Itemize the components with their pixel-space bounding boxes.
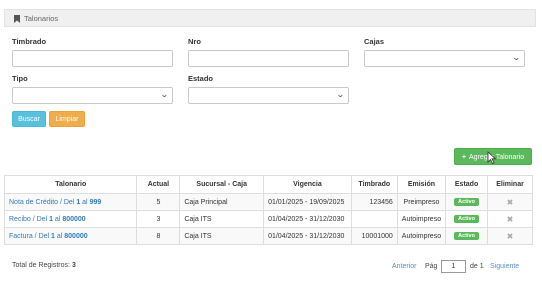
eliminar-cell: ✖ — [487, 193, 533, 211]
limpiar-button[interactable]: Limpiar — [49, 111, 85, 127]
buscar-button[interactable]: Buscar — [12, 111, 46, 127]
column-header[interactable]: Actual — [136, 175, 181, 194]
talonario-cell: Nota de Crédito / Del 1 al 999 — [3, 193, 138, 211]
talonarios-table: Talonario Actual Sucursal - Caja Vigenci… — [3, 175, 533, 245]
cajas-label: Cajas — [364, 37, 385, 46]
column-header[interactable]: Timbrado — [350, 175, 398, 194]
chevron-down-icon: ⌄ — [336, 90, 346, 99]
column-header[interactable]: Eliminar — [487, 175, 533, 194]
talonario-text: Factura / Del — [9, 232, 52, 240]
status-badge: Activo — [454, 198, 479, 206]
actual-cell: 3 — [136, 210, 181, 228]
column-header[interactable]: Sucursal - Caja — [179, 175, 265, 194]
pag-label: Pág — [425, 263, 438, 270]
timbrado-label: Timbrado — [12, 37, 47, 46]
panel-heading: Talonarios — [4, 9, 536, 27]
eliminar-cell: ✖ — [487, 210, 533, 228]
tipo-select[interactable]: ⌄ — [12, 87, 173, 104]
delete-icon[interactable]: ✖ — [507, 215, 514, 224]
eliminar-cell: ✖ — [487, 227, 533, 245]
vigencia-cell: 01/01/2025 - 19/09/2025 — [263, 193, 352, 211]
status-badge: Activo — [454, 215, 479, 223]
table-row: Factura / Del 1 al 800000 8 Caja ITS 01/… — [3, 227, 533, 245]
talonario-text: Nota de Crédito / Del — [9, 198, 77, 206]
nro-input[interactable] — [188, 50, 349, 67]
nro-label: Nro — [188, 37, 201, 46]
delete-icon[interactable]: ✖ — [507, 232, 514, 241]
status-badge: Activo — [454, 232, 479, 240]
chevron-down-icon: ⌄ — [512, 53, 522, 62]
panel-title: Talonarios — [24, 14, 59, 23]
sucursal-cell: Caja ITS — [179, 210, 265, 228]
talonario-link[interactable]: Factura / Del 1 al 800000 — [9, 233, 88, 240]
table-header-row: Talonario Actual Sucursal - Caja Vigenci… — [3, 175, 533, 194]
table-row: Nota de Crédito / Del 1 al 999 5 Caja Pr… — [3, 193, 533, 211]
actual-cell: 5 — [136, 193, 181, 211]
talonario-to: 800000 — [64, 232, 88, 240]
estado-label: Estado — [188, 74, 214, 83]
emision-cell: Preimpreso — [396, 193, 447, 211]
estado-cell: Activo — [445, 193, 489, 211]
cajas-select[interactable]: ⌄ — [364, 50, 525, 67]
talonario-link[interactable]: Recibo / Del 1 al 800000 — [9, 216, 86, 223]
mouse-cursor-icon — [487, 151, 497, 166]
column-header[interactable]: Estado — [445, 175, 489, 194]
estado-cell: Activo — [445, 227, 489, 245]
vigencia-cell: 01/04/2025 - 31/12/2030 — [263, 227, 352, 245]
delete-icon[interactable]: ✖ — [507, 198, 514, 207]
tipo-label: Tipo — [12, 74, 28, 83]
talonario-to: 999 — [89, 198, 102, 206]
timbrado-cell — [350, 210, 398, 228]
emision-cell: Autoimpreso — [396, 210, 447, 228]
column-header[interactable]: Talonario — [3, 175, 138, 194]
talonario-cell: Recibo / Del 1 al 800000 — [3, 210, 138, 228]
talonario-cell: Factura / Del 1 al 800000 — [3, 227, 138, 245]
timbrado-cell: 123456 — [350, 193, 398, 211]
talonario-text: al — [80, 198, 90, 206]
estado-select[interactable]: ⌄ — [188, 87, 349, 104]
actual-cell: 8 — [136, 227, 181, 245]
total-label: Total de Registros: — [12, 262, 70, 269]
sucursal-cell: Caja ITS — [179, 227, 265, 245]
talonario-text: Recibo / Del — [9, 215, 50, 223]
talonario-text: al — [54, 232, 65, 240]
talonario-link[interactable]: Nota de Crédito / Del 1 al 999 — [9, 199, 101, 206]
chevron-down-icon: ⌄ — [160, 90, 170, 99]
talonario-text: al — [52, 215, 63, 223]
emision-cell: Autoimpreso — [396, 227, 447, 245]
timbrado-input[interactable] — [12, 50, 173, 67]
sucursal-cell: Caja Principal — [179, 193, 265, 211]
vigencia-cell: 01/04/2025 - 31/12/2030 — [263, 210, 352, 228]
timbrado-cell: 10001000 — [350, 227, 398, 245]
anterior-link[interactable]: Anterior — [392, 263, 417, 270]
estado-cell: Activo — [445, 210, 489, 228]
bookmark-icon — [14, 15, 20, 25]
plus-icon: + — [461, 154, 466, 161]
table-row: Recibo / Del 1 al 800000 3 Caja ITS 01/0… — [3, 210, 533, 228]
total-value: 3 — [71, 262, 76, 269]
page-number-input[interactable]: 1 — [441, 260, 466, 273]
total-registros: Total de Registros: 3 — [12, 262, 76, 269]
column-header[interactable]: Vigencia — [263, 175, 352, 194]
siguiente-link[interactable]: Siguiente — [490, 263, 519, 270]
total-pages-label: de 1 — [470, 263, 484, 270]
talonario-to: 800000 — [62, 215, 86, 223]
column-header[interactable]: Emisión — [396, 175, 447, 194]
